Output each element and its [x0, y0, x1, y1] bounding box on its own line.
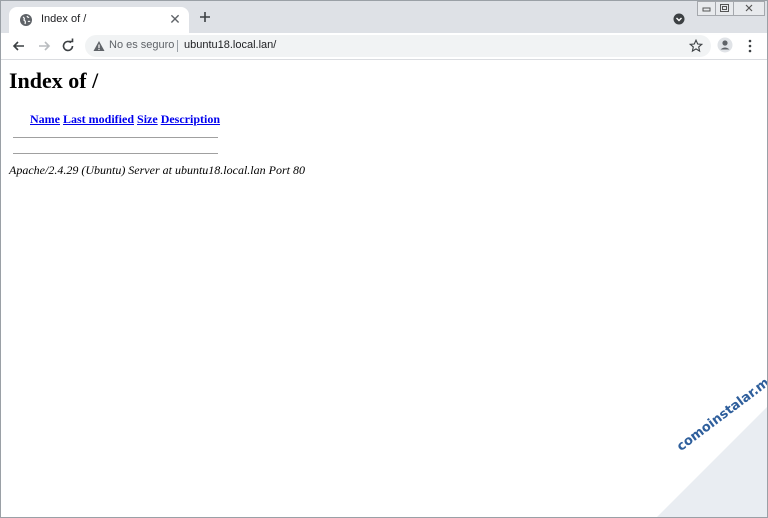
- security-status[interactable]: No es seguro: [109, 39, 174, 51]
- address-divider: [177, 40, 178, 52]
- tab-strip: Index of / ✕: [1, 1, 767, 33]
- footer-rule: [13, 153, 218, 154]
- back-arrow-icon[interactable]: [11, 38, 27, 54]
- column-last-modified-link[interactable]: Last modified: [63, 112, 134, 126]
- maximize-button[interactable]: [715, 1, 734, 16]
- browser-toolbar: No es seguro ubuntu18.local.lan/: [1, 33, 767, 60]
- close-tab-icon[interactable]: ✕: [167, 11, 183, 27]
- page-title: Index of /: [9, 68, 99, 93]
- address-bar[interactable]: No es seguro ubuntu18.local.lan/: [85, 35, 711, 57]
- new-tab-icon[interactable]: [197, 9, 213, 25]
- forward-arrow-icon[interactable]: [36, 38, 52, 54]
- bookmark-star-icon[interactable]: [689, 39, 703, 53]
- kebab-menu-icon[interactable]: [745, 38, 755, 54]
- tab-search-icon[interactable]: [673, 13, 685, 25]
- close-window-button[interactable]: [733, 1, 765, 16]
- column-name-link[interactable]: Name: [30, 112, 60, 126]
- column-size-link[interactable]: Size: [137, 112, 158, 126]
- tab-title: Index of /: [41, 13, 87, 25]
- url-text[interactable]: ubuntu18.local.lan/: [184, 39, 276, 51]
- minimize-button[interactable]: [697, 1, 716, 16]
- browser-tab[interactable]: Index of / ✕: [9, 7, 189, 33]
- browser-window: Index of / ✕ No es seguro ubuntu18.local…: [0, 0, 768, 518]
- listing-header: Name Last modified Size Description: [30, 112, 220, 127]
- column-description-link[interactable]: Description: [161, 112, 220, 126]
- header-rule: [13, 137, 218, 138]
- warning-icon[interactable]: [93, 40, 105, 52]
- page-content: Index of / Name Last modified Size Descr…: [1, 60, 767, 517]
- profile-avatar-icon[interactable]: [717, 37, 733, 53]
- reload-icon[interactable]: [60, 38, 76, 54]
- globe-icon: [20, 14, 32, 26]
- server-signature: Apache/2.4.29 (Ubuntu) Server at ubuntu1…: [9, 163, 305, 177]
